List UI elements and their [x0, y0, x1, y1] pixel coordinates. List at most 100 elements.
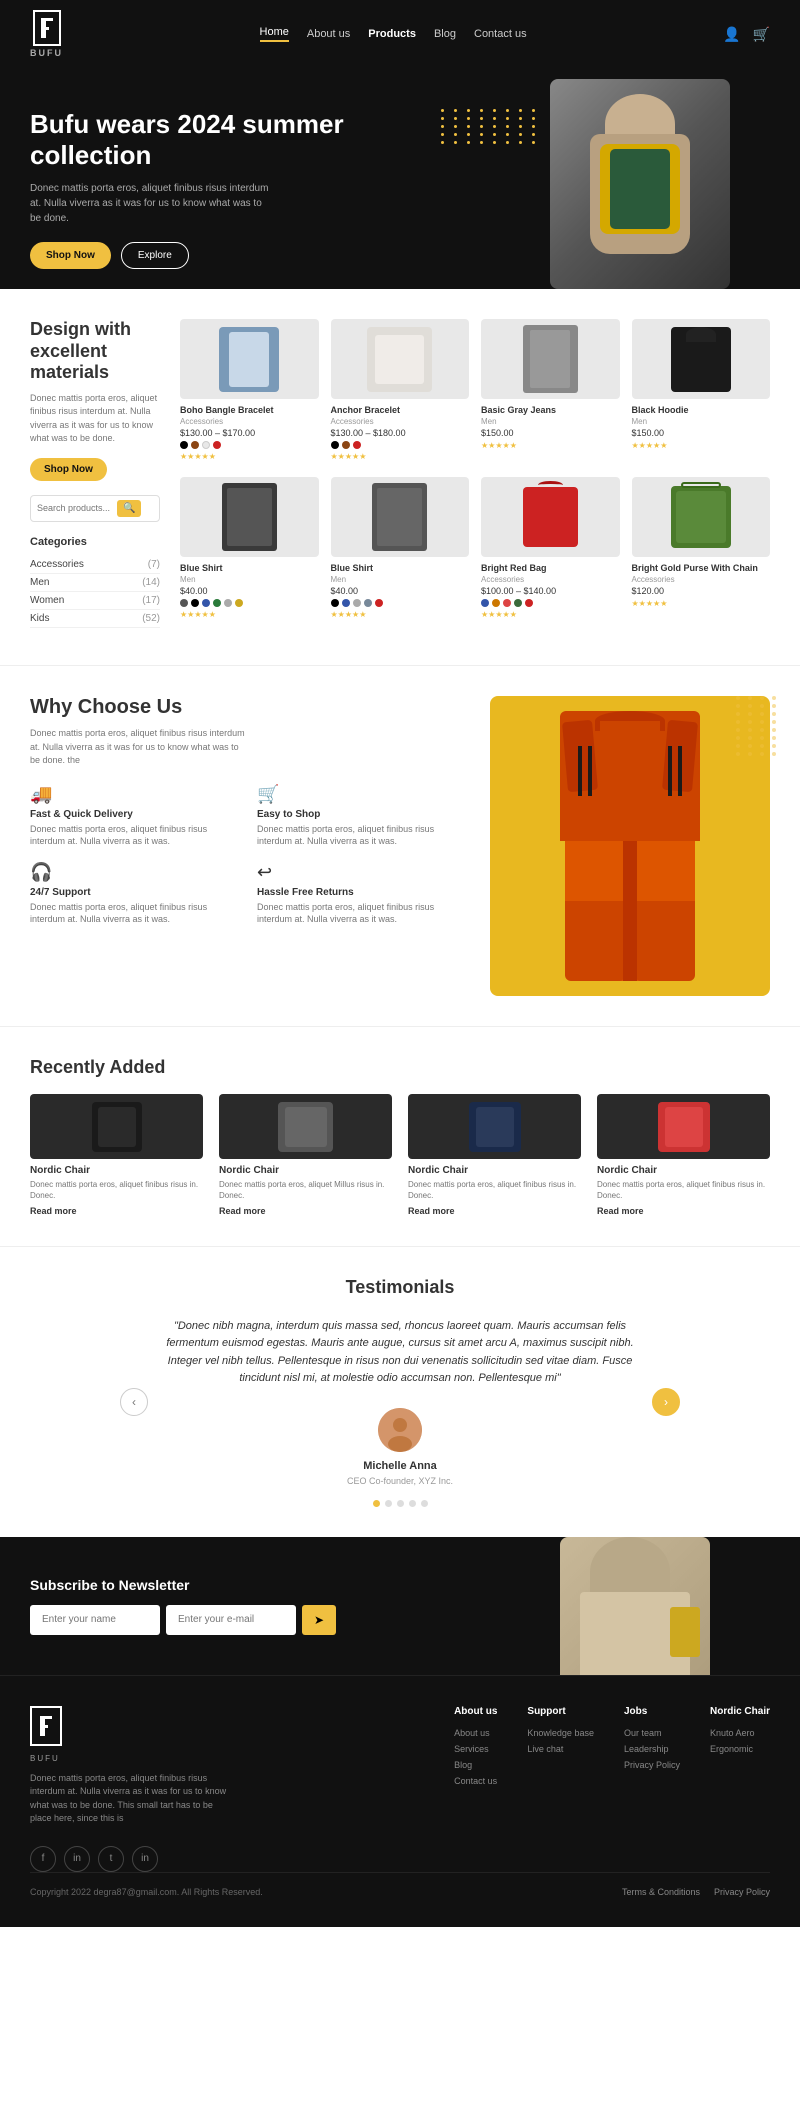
- cat-kids[interactable]: Kids (52): [30, 610, 160, 628]
- nav-products[interactable]: Products: [368, 28, 416, 40]
- footer-link[interactable]: Leadership: [624, 1741, 680, 1757]
- footer-link[interactable]: Services: [454, 1741, 497, 1757]
- product-blue-shirt-2[interactable]: Blue Shirt Men $40.00 ★★★★★: [331, 477, 470, 619]
- newsletter-form: ➤: [30, 1605, 336, 1635]
- product-name: Blue Shirt: [180, 563, 319, 573]
- dot-5[interactable]: [421, 1500, 428, 1507]
- footer-link[interactable]: Privacy Policy: [624, 1757, 680, 1773]
- user-icon[interactable]: 👤: [723, 26, 740, 43]
- recent-name: Nordic Chair: [219, 1165, 392, 1176]
- author-role: CEO Co-founder, XYZ Inc.: [347, 1476, 453, 1486]
- sidebar-shop-btn[interactable]: Shop Now: [30, 458, 107, 481]
- newsletter-heading: Subscribe to Newsletter: [30, 1577, 336, 1593]
- product-price: $100.00 – $140.00: [481, 586, 620, 596]
- hero-explore-btn[interactable]: Explore: [121, 242, 189, 269]
- hero-buttons: Shop Now Explore: [30, 242, 350, 269]
- support-icon: 🎧: [30, 862, 243, 883]
- nav-blog[interactable]: Blog: [434, 28, 456, 40]
- read-more-link[interactable]: Read more: [30, 1206, 77, 1216]
- facebook-icon[interactable]: f: [30, 1846, 56, 1872]
- dot-2[interactable]: [385, 1500, 392, 1507]
- why-description: Donec mattis porta eros, aliquet finibus…: [30, 727, 250, 768]
- testimonial-card: ‹ "Donec nibh magna, interdum quis massa…: [120, 1318, 680, 1486]
- product-rating: ★★★★★: [632, 441, 771, 450]
- footer-link[interactable]: Knowledge base: [527, 1725, 594, 1741]
- feature-support: 🎧 24/7 Support Donec mattis porta eros, …: [30, 862, 243, 926]
- color-swatches: [180, 441, 319, 449]
- recent-item-2[interactable]: Nordic Chair Donec mattis porta eros, al…: [219, 1094, 392, 1215]
- product-rating: ★★★★★: [331, 610, 470, 619]
- product-gray-jeans[interactable]: Basic Gray Jeans Men $150.00 ★★★★★: [481, 319, 620, 461]
- dot-1[interactable]: [373, 1500, 380, 1507]
- linkedin-icon[interactable]: in: [132, 1846, 158, 1872]
- footer-col-support: Support Knowledge base Live chat: [527, 1706, 594, 1790]
- hero-clothing-display: [550, 79, 730, 289]
- recent-item-4[interactable]: Nordic Chair Donec mattis porta eros, al…: [597, 1094, 770, 1215]
- read-more-link[interactable]: Read more: [219, 1206, 266, 1216]
- testimonial-prev-btn[interactable]: ‹: [120, 1388, 148, 1416]
- testimonials-heading: Testimonials: [30, 1277, 770, 1298]
- newsletter-email-input[interactable]: [166, 1605, 296, 1635]
- products-layout: Design with excellent materials Donec ma…: [30, 319, 770, 635]
- cat-count: (14): [142, 577, 160, 588]
- footer-top: BUFU Donec mattis porta eros, aliquet fi…: [30, 1706, 770, 1826]
- product-red-bag[interactable]: Bright Red Bag Accessories $100.00 – $14…: [481, 477, 620, 619]
- search-input[interactable]: [37, 503, 117, 513]
- product-black-hoodie[interactable]: Black Hoodie Men $150.00 ★★★★★: [632, 319, 771, 461]
- recently-added-section: Recently Added Nordic Chair Donec mattis…: [0, 1026, 800, 1245]
- footer-link[interactable]: Live chat: [527, 1741, 594, 1757]
- hero-shop-btn[interactable]: Shop Now: [30, 242, 111, 269]
- testimonials-section: Testimonials ‹ "Donec nibh magna, interd…: [0, 1246, 800, 1537]
- categories: Categories Accessories (7) Men (14) Wome…: [30, 536, 160, 628]
- footer-link[interactable]: Blog: [454, 1757, 497, 1773]
- cart-icon[interactable]: 🛒: [753, 26, 770, 43]
- hero-content: Bufu wears 2024 summer collection Donec …: [30, 109, 350, 269]
- footer-social: f in t in: [30, 1846, 770, 1872]
- read-more-link[interactable]: Read more: [597, 1206, 644, 1216]
- newsletter-submit-btn[interactable]: ➤: [302, 1605, 336, 1635]
- product-name: Blue Shirt: [331, 563, 470, 573]
- footer-link[interactable]: Our team: [624, 1725, 680, 1741]
- nav-home[interactable]: Home: [260, 26, 289, 42]
- search-button[interactable]: 🔍: [117, 500, 141, 517]
- footer-model-image: [560, 1537, 720, 1675]
- footer-link[interactable]: Knuto Aero: [710, 1725, 770, 1741]
- newsletter-name-input[interactable]: [30, 1605, 160, 1635]
- brand-logo[interactable]: BUFU: [30, 10, 63, 59]
- footer-link[interactable]: Contact us: [454, 1773, 497, 1789]
- product-image: [331, 319, 470, 399]
- product-type: Accessories: [331, 417, 470, 426]
- testimonial-next-btn[interactable]: ›: [652, 1388, 680, 1416]
- cat-accessories[interactable]: Accessories (7): [30, 556, 160, 574]
- terms-link[interactable]: Terms & Conditions: [622, 1887, 700, 1897]
- feature-delivery: 🚚 Fast & Quick Delivery Donec mattis por…: [30, 784, 243, 848]
- product-anchor-bracelet[interactable]: Anchor Bracelet Accessories $130.00 – $1…: [331, 319, 470, 461]
- feature-shop: 🛒 Easy to Shop Donec mattis porta eros, …: [257, 784, 470, 848]
- twitter-icon[interactable]: t: [98, 1846, 124, 1872]
- footer-col-heading: Jobs: [624, 1706, 680, 1717]
- cat-men[interactable]: Men (14): [30, 574, 160, 592]
- read-more-link[interactable]: Read more: [408, 1206, 455, 1216]
- privacy-link[interactable]: Privacy Policy: [714, 1887, 770, 1897]
- dot-4[interactable]: [409, 1500, 416, 1507]
- product-type: Accessories: [180, 417, 319, 426]
- product-name: Boho Bangle Bracelet: [180, 405, 319, 415]
- product-image: [180, 319, 319, 399]
- nav-about[interactable]: About us: [307, 28, 350, 40]
- instagram-icon[interactable]: in: [64, 1846, 90, 1872]
- product-type: Men: [331, 575, 470, 584]
- cat-count: (17): [142, 595, 160, 606]
- recent-item-1[interactable]: Nordic Chair Donec mattis porta eros, al…: [30, 1094, 203, 1215]
- product-image: [180, 477, 319, 557]
- recent-item-3[interactable]: Nordic Chair Donec mattis porta eros, al…: [408, 1094, 581, 1215]
- product-gold-purse[interactable]: Bright Gold Purse With Chain Accessories…: [632, 477, 771, 619]
- returns-icon: ↩: [257, 862, 470, 883]
- footer-link[interactable]: Ergonomic: [710, 1741, 770, 1757]
- footer-link[interactable]: About us: [454, 1725, 497, 1741]
- product-boho-bracelet[interactable]: Boho Bangle Bracelet Accessories $130.00…: [180, 319, 319, 461]
- copyright-text: Copyright 2022 degra87@gmail.com. All Ri…: [30, 1887, 263, 1897]
- dot-3[interactable]: [397, 1500, 404, 1507]
- product-blue-shirt-1[interactable]: Blue Shirt Men $40.00 ★★★★★: [180, 477, 319, 619]
- cat-women[interactable]: Women (17): [30, 592, 160, 610]
- nav-contact[interactable]: Contact us: [474, 28, 527, 40]
